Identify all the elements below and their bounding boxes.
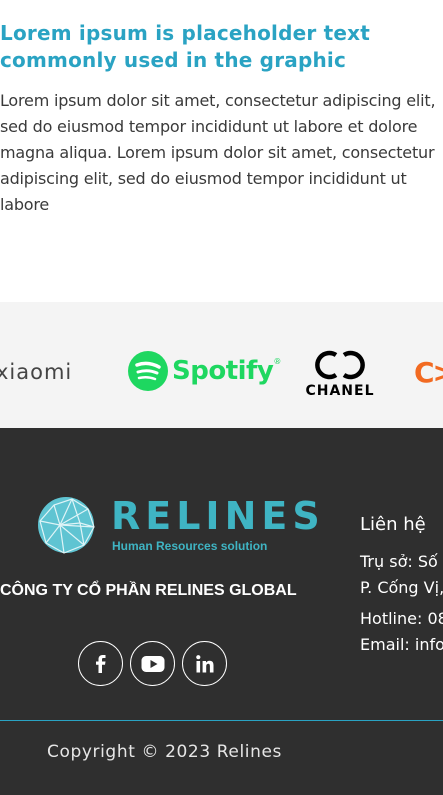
company-name: CÔNG TY CỔ PHẦN RELINES GLOBAL bbox=[0, 582, 297, 599]
intro-title: Lorem ipsum is placeholder text commonly… bbox=[0, 21, 370, 72]
contact-heading: Liên hệ bbox=[360, 514, 426, 535]
globe-logo-icon bbox=[38, 497, 95, 554]
contact-hotline[interactable]: Hotline: 08 bbox=[360, 609, 443, 628]
relines-logo[interactable]: RELINES Human Resources solution bbox=[36, 495, 320, 555]
youtube-link[interactable] bbox=[130, 641, 175, 686]
linkedin-icon bbox=[195, 654, 213, 672]
facebook-link[interactable] bbox=[78, 641, 123, 686]
spotify-logo: Spotify ® bbox=[128, 351, 281, 391]
logo-wordmark: RELINES bbox=[111, 494, 325, 538]
chanel-wordmark: CHANEL bbox=[305, 383, 375, 399]
copyright-text: Copyright © 2023 Relines bbox=[47, 742, 282, 762]
facebook-icon bbox=[95, 654, 105, 673]
youtube-icon bbox=[141, 655, 164, 672]
spotify-wordmark: Spotify bbox=[172, 356, 274, 386]
brand-logos-strip: xiaomi Spotify ® CHANEL C> bbox=[0, 302, 443, 428]
chanel-cc-icon bbox=[315, 350, 365, 380]
contact-address-line-1: Trụ sở: Số bbox=[360, 552, 438, 571]
partial-brand-logo: C> bbox=[414, 356, 443, 389]
intro-body: Lorem ipsum dolor sit amet, consectetur … bbox=[0, 91, 436, 214]
contact-address-line-2: P. Cống Vị, bbox=[360, 578, 443, 597]
linkedin-link[interactable] bbox=[182, 641, 227, 686]
xiaomi-logo: xiaomi bbox=[0, 360, 73, 384]
intro-section: Lorem ipsum is placeholder text commonly… bbox=[0, 0, 443, 302]
spotify-icon bbox=[128, 351, 168, 391]
social-links bbox=[78, 641, 227, 686]
footer-divider bbox=[0, 720, 443, 721]
spotify-registered-mark: ® bbox=[273, 357, 282, 366]
site-footer: RELINES Human Resources solution CÔNG TY… bbox=[0, 428, 443, 795]
logo-tagline: Human Resources solution bbox=[112, 539, 268, 553]
contact-email[interactable]: Email: info bbox=[360, 635, 443, 654]
chanel-logo: CHANEL bbox=[302, 349, 378, 399]
